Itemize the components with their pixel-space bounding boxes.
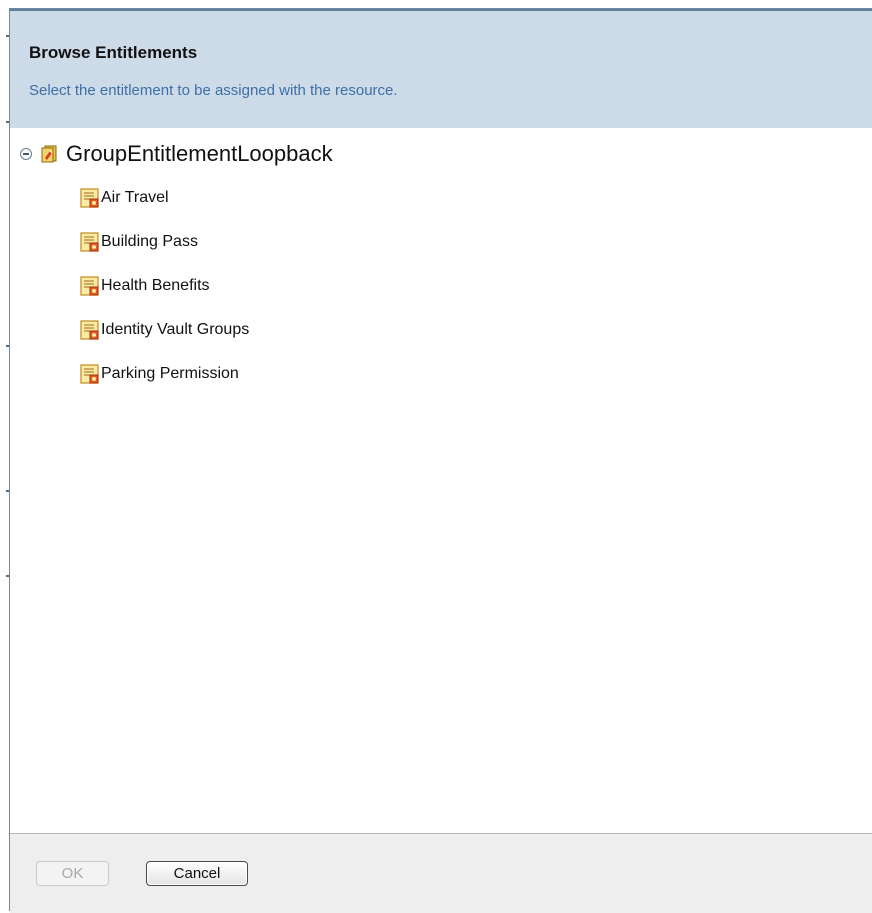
entitlement-icon: [80, 364, 100, 384]
tree-item-building-pass[interactable]: Building Pass: [80, 231, 198, 253]
entitlement-icon: [80, 320, 100, 340]
tree-item-label: Parking Permission: [101, 365, 239, 382]
tree-root-label[interactable]: GroupEntitlementLoopback: [66, 141, 333, 167]
entitlement-icon: [80, 232, 100, 252]
ok-button[interactable]: OK: [36, 861, 109, 886]
browse-entitlements-dialog: Browse Entitlements Select the entitleme…: [9, 8, 872, 913]
entitlement-tree: GroupEntitlementLoopback Air Travel Buil…: [10, 128, 872, 833]
tree-item-air-travel[interactable]: Air Travel: [80, 187, 169, 209]
tree-item-parking-permission[interactable]: Parking Permission: [80, 363, 239, 385]
entitlement-icon: [80, 188, 100, 208]
dialog-title: Browse Entitlements: [29, 43, 198, 62]
collapse-icon[interactable]: [20, 148, 32, 160]
tree-item-label: Air Travel: [101, 189, 169, 206]
tree-item-label: Building Pass: [101, 233, 198, 250]
dialog-header: Browse Entitlements Select the entitleme…: [10, 9, 872, 128]
tree-item-label: Health Benefits: [101, 277, 210, 294]
tree-item-identity-vault-groups[interactable]: Identity Vault Groups: [80, 319, 249, 341]
entitlement-icon: [80, 276, 100, 296]
tree-item-health-benefits[interactable]: Health Benefits: [80, 275, 210, 297]
dialog-subtitle: Select the entitlement to be assigned wi…: [29, 82, 398, 99]
dialog-footer: OK Cancel: [10, 833, 872, 913]
driver-book-icon: [41, 145, 57, 163]
tree-item-label: Identity Vault Groups: [101, 321, 250, 338]
cancel-button[interactable]: Cancel: [146, 861, 248, 886]
tree-root-node: GroupEntitlementLoopback: [20, 140, 333, 168]
window-edge: [0, 0, 9, 911]
